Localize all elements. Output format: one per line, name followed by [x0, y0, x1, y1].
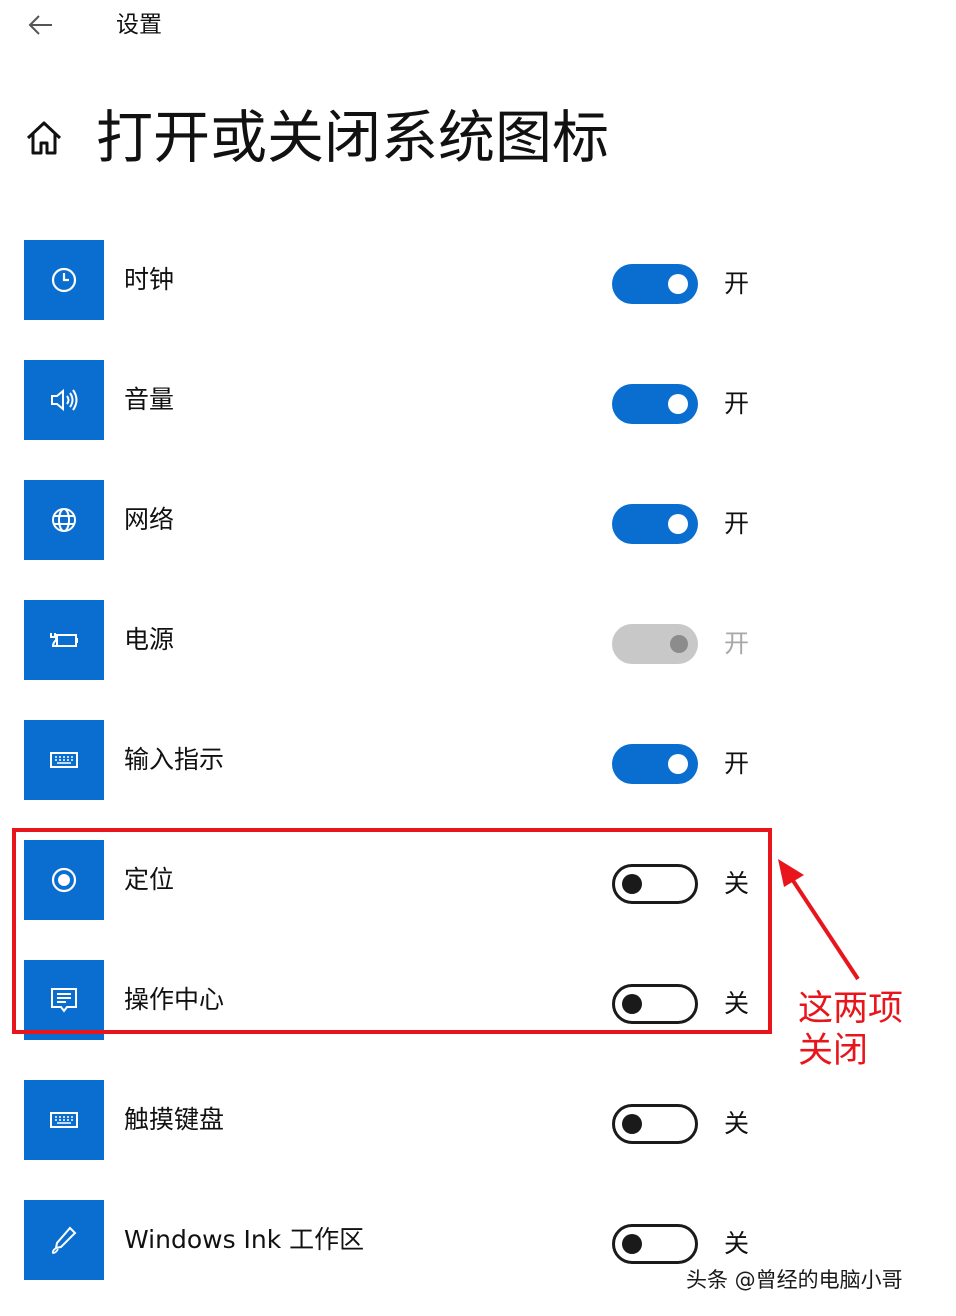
input-indicator-tile — [24, 720, 104, 800]
toggle-knob — [668, 514, 688, 534]
windows-ink-toggle[interactable] — [612, 1224, 698, 1264]
toggle-state-label: 开 — [724, 629, 750, 658]
pen-icon — [51, 1226, 77, 1254]
setting-label: 网络 — [124, 505, 175, 534]
toggle-state-label: 关 — [724, 869, 750, 898]
toggle-knob — [622, 994, 642, 1014]
location-toggle[interactable] — [612, 864, 698, 904]
setting-label: 触摸键盘 — [124, 1105, 225, 1134]
battery-plug-icon — [50, 633, 78, 647]
setting-row-power: 电源 开 — [0, 600, 800, 680]
power-tile — [24, 600, 104, 680]
page-title: 打开或关闭系统图标 — [96, 105, 609, 171]
clock-icon — [51, 267, 77, 293]
touch-keyboard-tile — [24, 1080, 104, 1160]
setting-label: 操作中心 — [124, 985, 225, 1014]
watermark: 头条 @曾经的电脑小哥 — [686, 1268, 903, 1292]
setting-label: 音量 — [124, 385, 175, 414]
toggle-state-label: 关 — [724, 989, 750, 1018]
app-title: 设置 — [116, 12, 162, 38]
keyboard-icon — [50, 752, 78, 768]
setting-label: 电源 — [124, 625, 175, 654]
volume-tile — [24, 360, 104, 440]
toggle-state-label: 关 — [724, 1109, 750, 1138]
toggle-knob — [622, 1114, 642, 1134]
clock-toggle[interactable] — [612, 264, 698, 304]
setting-row-clock: 时钟 开 — [0, 240, 800, 320]
action-center-icon — [51, 988, 77, 1013]
setting-row-location: 定位 关 — [0, 840, 800, 920]
setting-label: 输入指示 — [124, 745, 225, 774]
home-icon[interactable] — [22, 116, 66, 160]
input-indicator-toggle[interactable] — [612, 744, 698, 784]
setting-row-input-indicator: 输入指示 开 — [0, 720, 800, 800]
back-arrow-icon[interactable] — [24, 8, 58, 42]
globe-icon — [52, 508, 76, 532]
clock-tile — [24, 240, 104, 320]
toggle-knob — [622, 874, 642, 894]
action-center-toggle[interactable] — [612, 984, 698, 1024]
location-tile — [24, 840, 104, 920]
toggle-knob — [668, 274, 688, 294]
toggle-knob — [668, 394, 688, 414]
network-tile — [24, 480, 104, 560]
action-center-tile — [24, 960, 104, 1040]
setting-row-volume: 音量 开 — [0, 360, 800, 440]
keyboard-icon — [50, 1112, 78, 1128]
toggle-state-label: 开 — [724, 509, 750, 538]
setting-row-touch-keyboard: 触摸键盘 关 — [0, 1080, 800, 1160]
setting-label: 定位 — [124, 865, 175, 894]
setting-label: Windows Ink 工作区 — [124, 1225, 365, 1254]
setting-row-windows-ink: Windows Ink 工作区 关 — [0, 1200, 800, 1280]
toggle-state-label: 开 — [724, 389, 750, 418]
network-toggle[interactable] — [612, 504, 698, 544]
toggle-state-label: 开 — [724, 749, 750, 778]
touch-keyboard-toggle[interactable] — [612, 1104, 698, 1144]
toggle-state-label: 开 — [724, 269, 750, 298]
toggle-knob — [670, 635, 688, 653]
volume-icon — [51, 388, 78, 412]
setting-label: 时钟 — [124, 265, 175, 294]
toggle-knob — [622, 1234, 642, 1254]
annotation-text: 这两项 关闭 — [798, 989, 904, 1071]
setting-row-network: 网络 开 — [0, 480, 800, 560]
toggle-state-label: 关 — [724, 1229, 750, 1258]
location-target-icon — [51, 867, 77, 893]
volume-toggle[interactable] — [612, 384, 698, 424]
windows-ink-tile — [24, 1200, 104, 1280]
setting-row-action-center: 操作中心 关 — [0, 960, 800, 1040]
power-toggle — [612, 624, 698, 664]
toggle-knob — [668, 754, 688, 774]
